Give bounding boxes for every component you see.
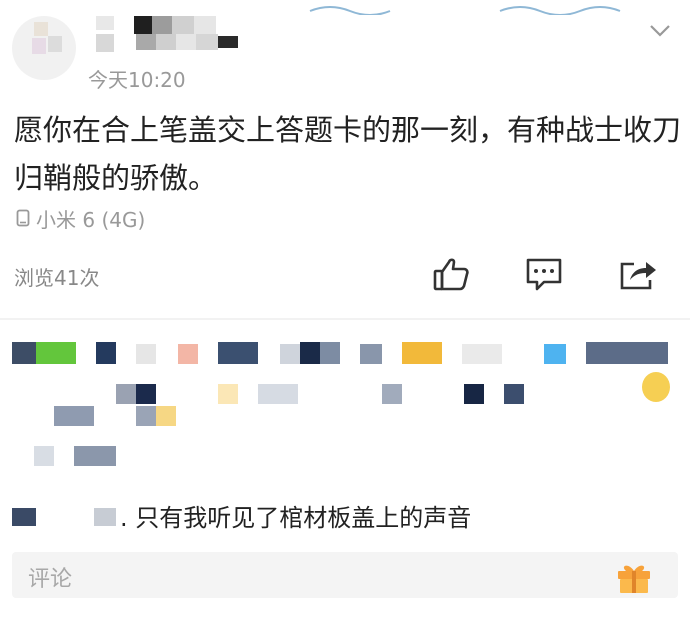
comment-placeholder: 评论	[28, 567, 73, 592]
top-banner	[300, 0, 640, 16]
avatar[interactable]	[12, 16, 76, 80]
device-info: 小米 6 (4G)	[16, 204, 145, 232]
comment-icon[interactable]	[524, 254, 564, 294]
comment-input[interactable]: 评论	[12, 552, 678, 598]
thumbs-up-icon[interactable]	[432, 254, 472, 294]
avatar-pixel	[34, 22, 48, 36]
avatar-pixel	[32, 38, 46, 54]
comment-text: . 只有我听见了棺材板盖上的声音	[120, 504, 472, 532]
device-name: 小米 6 (4G)	[36, 207, 146, 232]
comment-item: . 只有我听见了棺材板盖上的声音	[0, 498, 690, 532]
redacted-name	[12, 508, 36, 526]
chevron-down-icon[interactable]	[648, 20, 672, 40]
post-text: 愿你在合上笔盖交上答题卡的那一刻，有种战士收刀归鞘般的骄傲。	[14, 113, 682, 195]
avatar-pixel	[48, 36, 62, 52]
share-icon[interactable]	[618, 254, 658, 294]
divider	[0, 318, 690, 320]
gift-icon[interactable]	[614, 556, 654, 596]
redacted-name	[94, 508, 116, 526]
phone-icon	[16, 209, 30, 227]
redacted-comments	[0, 330, 690, 480]
username-redacted[interactable]	[94, 14, 244, 60]
wave-decoration	[309, 6, 621, 16]
view-count: 浏览41次	[14, 266, 100, 290]
post-time: 今天10:20	[88, 68, 186, 92]
